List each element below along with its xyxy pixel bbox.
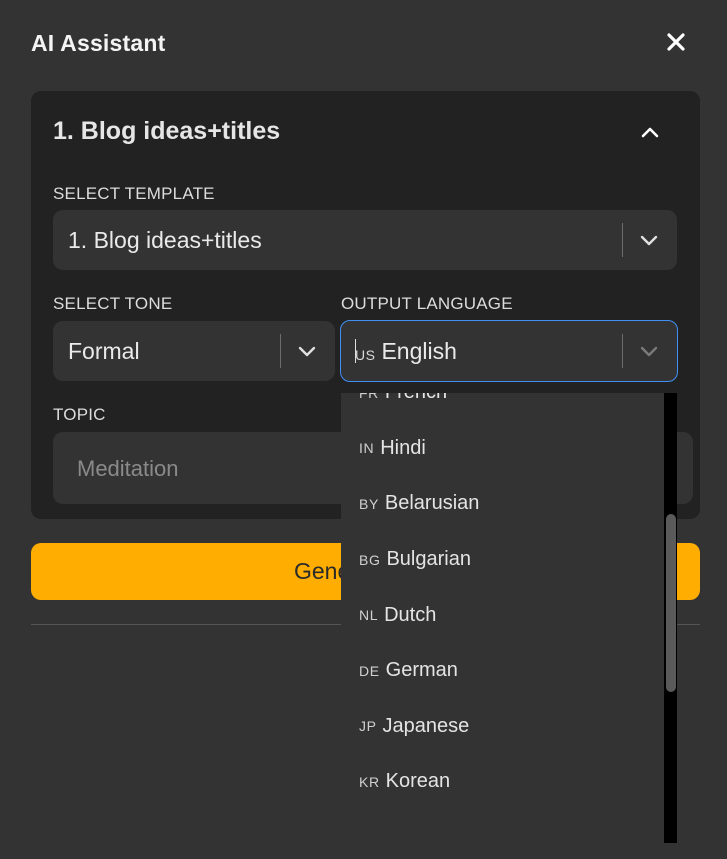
language-option-flag: BY — [359, 495, 379, 512]
language-option-label: French — [385, 393, 447, 404]
tone-label: SELECT TONE — [53, 294, 173, 313]
dialog-title: AI Assistant — [31, 30, 166, 56]
language-option-label: Bulgarian — [386, 548, 471, 571]
chevron-down-icon — [638, 230, 660, 252]
language-option-german[interactable]: DE German — [341, 643, 665, 699]
collapse-button[interactable] — [635, 119, 665, 145]
language-option-label: Dutch — [384, 603, 437, 626]
language-option-korean[interactable]: KR Korean — [341, 754, 665, 810]
language-option-flag: NL — [359, 607, 379, 624]
language-option-french[interactable]: FR French — [341, 393, 665, 421]
template-select[interactable]: 1. Blog ideas+titles — [53, 210, 677, 270]
chevron-up-icon — [641, 127, 659, 138]
topic-label: TOPIC — [53, 405, 106, 424]
close-button[interactable] — [662, 28, 690, 56]
language-label: OUTPUT LANGUAGE — [341, 294, 513, 313]
tone-select[interactable]: Formal — [53, 321, 335, 381]
select-divider — [622, 334, 623, 368]
language-select-value: English — [381, 337, 457, 364]
language-option-label: German — [385, 659, 458, 682]
language-option-dutch[interactable]: NL Dutch — [341, 587, 665, 643]
language-option-list: FR French IN Hindi BY Belarusian BG Bulgarian NL… — [341, 393, 665, 810]
language-option-label: Korean — [385, 770, 451, 793]
language-option-flag: BG — [359, 551, 381, 568]
language-option-japanese[interactable]: JP Japanese — [341, 699, 665, 755]
tone-select-value: Formal — [68, 337, 140, 364]
language-option-belarusian[interactable]: BY Belarusian — [341, 476, 665, 532]
select-divider — [622, 223, 623, 257]
language-option-bulgarian[interactable]: BG Bulgarian — [341, 532, 665, 588]
chevron-down-icon — [638, 341, 660, 363]
language-option-label: Belarusian — [384, 492, 480, 515]
language-option-flag: DE — [359, 662, 380, 679]
language-option-label: Japanese — [382, 714, 470, 737]
language-option-hindi[interactable]: IN Hindi — [341, 421, 665, 477]
select-divider — [280, 334, 281, 368]
language-option-flag: FR — [359, 393, 379, 401]
language-flag: US — [355, 346, 376, 363]
close-icon — [667, 33, 685, 51]
template-select-value: 1. Blog ideas+titles — [68, 226, 262, 253]
topic-input-placeholder: Meditation — [77, 456, 179, 481]
language-option-flag: IN — [359, 440, 375, 457]
panel-title: 1. Blog ideas+titles — [53, 117, 281, 145]
language-dropdown: FR French IN Hindi BY Belarusian BG Bulgarian NL… — [341, 393, 677, 843]
language-option-flag: JP — [359, 718, 377, 735]
template-label: SELECT TEMPLATE — [53, 184, 215, 203]
language-option-label: Hindi — [380, 436, 426, 459]
dropdown-scrollbar-thumb[interactable] — [666, 514, 676, 692]
language-option-flag: KR — [359, 773, 380, 790]
chevron-down-icon — [296, 341, 318, 363]
language-select[interactable]: US English — [340, 320, 678, 382]
